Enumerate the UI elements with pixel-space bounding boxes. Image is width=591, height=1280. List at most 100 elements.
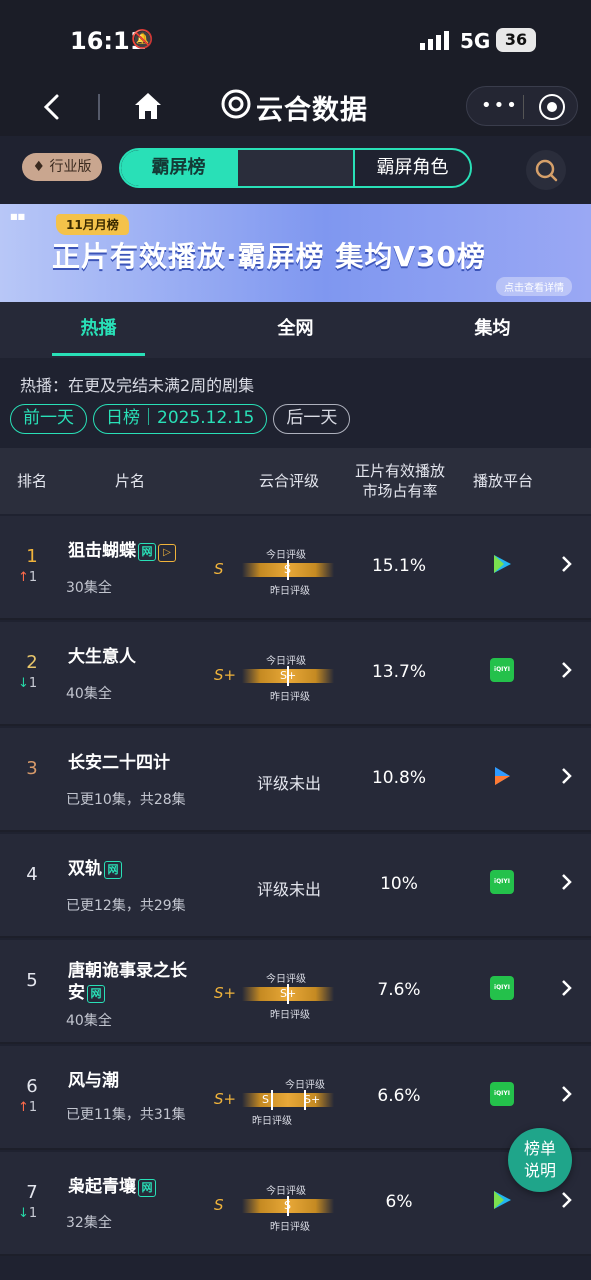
- bell-muted-icon: 🔕: [131, 29, 154, 50]
- grade-mark: S: [284, 1199, 291, 1212]
- rank-number: 5: [26, 970, 38, 991]
- today-grade-label: 今日评级: [266, 1186, 306, 1197]
- grade-value: S: [214, 1196, 224, 1214]
- segment-screen-role[interactable]: 霸屏角色: [355, 150, 470, 186]
- search-icon[interactable]: [526, 150, 566, 190]
- grade-pending: 评级未出: [257, 880, 322, 899]
- drama-title: 枭起青壤网: [68, 1176, 198, 1198]
- rank-trend: ↑1: [18, 570, 38, 585]
- grade-value: S: [214, 560, 224, 578]
- youku-icon: [495, 767, 510, 785]
- drama-title: 双轨网: [68, 858, 198, 880]
- more-icon[interactable]: •••: [481, 97, 519, 115]
- tencent-video-icon: [494, 1191, 511, 1209]
- grade-bar: S: [242, 560, 334, 580]
- market-share: 13.7%: [371, 662, 426, 682]
- grade-tick-yesterday: [271, 1090, 273, 1110]
- grade-bar: S+: [242, 984, 334, 1004]
- banner-title: 正片有效播放·霸屏榜 集均V30榜: [52, 240, 487, 273]
- today-grade-label: 今日评级: [285, 1080, 325, 1091]
- header-title: 片名: [114, 472, 145, 490]
- current-date-button[interactable]: 日榜｜2025.12.15: [93, 404, 268, 434]
- yesterday-grade-label: 昨日评级: [270, 1010, 310, 1021]
- grade-bar: S: [242, 1196, 334, 1216]
- tab-all-network[interactable]: 全网: [197, 302, 394, 358]
- grade-value: S+: [214, 1090, 237, 1108]
- episode-info: 32集全: [66, 1215, 112, 1231]
- network-type: 5G: [460, 29, 491, 53]
- grade-mark-yesterday: S: [262, 1093, 269, 1106]
- iqiyi-icon: iQIYI: [490, 658, 514, 682]
- table-row[interactable]: 4 双轨网 已更12集，共29集 评级未出 10% iQIYI: [0, 834, 591, 938]
- tab-bar: 热播 全网 集均: [0, 302, 591, 358]
- market-share: 7.6%: [377, 980, 421, 1000]
- ranking-segment: 霸屏榜 霸屏角色: [119, 148, 472, 188]
- header-share-line1: 正片有效播放: [354, 462, 445, 480]
- tab-hot[interactable]: 热播: [0, 302, 197, 358]
- banner-detail-button[interactable]: 点击查看详情: [496, 277, 572, 296]
- grade-mark: S+: [280, 669, 297, 682]
- grade-mark: S: [284, 563, 291, 576]
- diamond-icon: ♦: [32, 159, 46, 175]
- ranking-explanation-button[interactable]: 榜单 说明: [508, 1128, 572, 1192]
- tab-per-episode[interactable]: 集均: [394, 302, 591, 358]
- yesterday-grade-label: 昨日评级: [270, 586, 310, 597]
- close-mini-program-icon[interactable]: [539, 94, 565, 120]
- rank-number: 6: [26, 1076, 38, 1097]
- yesterday-grade-label: 昨日评级: [270, 1222, 310, 1233]
- market-share: 6.6%: [377, 1086, 421, 1106]
- table-row[interactable]: 7 ↓1 枭起青壤网 32集全 S 今日评级 S 昨日评级 6%: [0, 1152, 591, 1256]
- segment-middle[interactable]: [236, 150, 355, 186]
- table-row[interactable]: 1 ↑1 狙击蝴蝶网 ▷ 30集全 S 今日评级 S 昨日评级 15.1%: [0, 516, 591, 620]
- grade-pending: 评级未出: [257, 774, 322, 793]
- carousel-dots: ■■: [10, 212, 26, 221]
- rank-number: 4: [26, 864, 38, 885]
- table-row[interactable]: 6 ↑1 风与潮 已更11集，共31集 S+ 今日评级 S S+ 昨日评级 6.6…: [0, 1046, 591, 1150]
- chevron-right-icon[interactable]: [558, 1190, 574, 1210]
- chevron-right-icon[interactable]: [558, 1084, 574, 1104]
- iqiyi-icon: iQIYI: [490, 1082, 514, 1106]
- chevron-right-icon[interactable]: [558, 978, 574, 998]
- signal-icon: [420, 31, 449, 50]
- rank-number: 2: [26, 652, 38, 673]
- version-badge[interactable]: ♦ 行业版: [22, 153, 102, 181]
- market-share: 10.8%: [371, 768, 426, 788]
- segment-screen-ranking[interactable]: 霸屏榜: [121, 150, 236, 186]
- grade-bar: S+: [242, 666, 334, 686]
- market-share: 6%: [385, 1192, 413, 1212]
- table-row[interactable]: 2 ↓1 大生意人 40集全 S+ 今日评级 S+ 昨日评级 13.7% iQI…: [0, 622, 591, 726]
- grade-mark-today: S+: [304, 1093, 321, 1106]
- market-share: 15.1%: [371, 556, 426, 576]
- prev-day-button[interactable]: 前一天: [10, 404, 87, 434]
- header-platform: 播放平台: [472, 472, 533, 490]
- web-tag: 网: [138, 543, 156, 561]
- next-day-button[interactable]: 后一天: [273, 404, 351, 434]
- promo-banner[interactable]: ■■ 11月月榜 正片有效播放·霸屏榜 集均V30榜 点击查看详情: [0, 204, 591, 302]
- rank-trend: ↓1: [18, 1206, 38, 1221]
- today-grade-label: 今日评级: [266, 550, 306, 561]
- header-grade: 云合评级: [258, 472, 319, 490]
- arrow-down-icon: ↓: [18, 676, 29, 691]
- table-row[interactable]: 3 长安二十四计 已更10集，共28集 评级未出 10.8%: [0, 728, 591, 832]
- mini-program-capsule: •••: [466, 86, 578, 126]
- grade-bar: S S+: [242, 1090, 334, 1110]
- today-grade-label: 今日评级: [266, 974, 306, 985]
- nav-divider: [98, 94, 100, 120]
- episode-info: 40集全: [66, 686, 112, 702]
- play-tag-icon: ▷: [158, 544, 176, 562]
- table-row[interactable]: 5 唐朝诡事录之长安网 40集全 S+ 今日评级 S+ 昨日评级 7.6% iQ…: [0, 940, 591, 1044]
- chevron-right-icon[interactable]: [558, 766, 574, 786]
- web-tag: 网: [104, 861, 122, 879]
- chevron-right-icon[interactable]: [558, 554, 574, 574]
- chevron-right-icon[interactable]: [558, 872, 574, 892]
- grade-value: S+: [214, 666, 237, 684]
- chevron-right-icon[interactable]: [558, 660, 574, 680]
- episode-info: 已更11集，共31集: [66, 1107, 186, 1123]
- iqiyi-icon: iQIYI: [490, 976, 514, 1000]
- date-controls: 前一天 日榜｜2025.12.15 后一天: [10, 404, 351, 434]
- home-icon[interactable]: [132, 90, 164, 122]
- header-rank: 排名: [16, 472, 47, 490]
- rank-trend: ↑1: [18, 1100, 38, 1115]
- back-icon[interactable]: [38, 92, 68, 122]
- yesterday-grade-label: 昨日评级: [270, 692, 310, 703]
